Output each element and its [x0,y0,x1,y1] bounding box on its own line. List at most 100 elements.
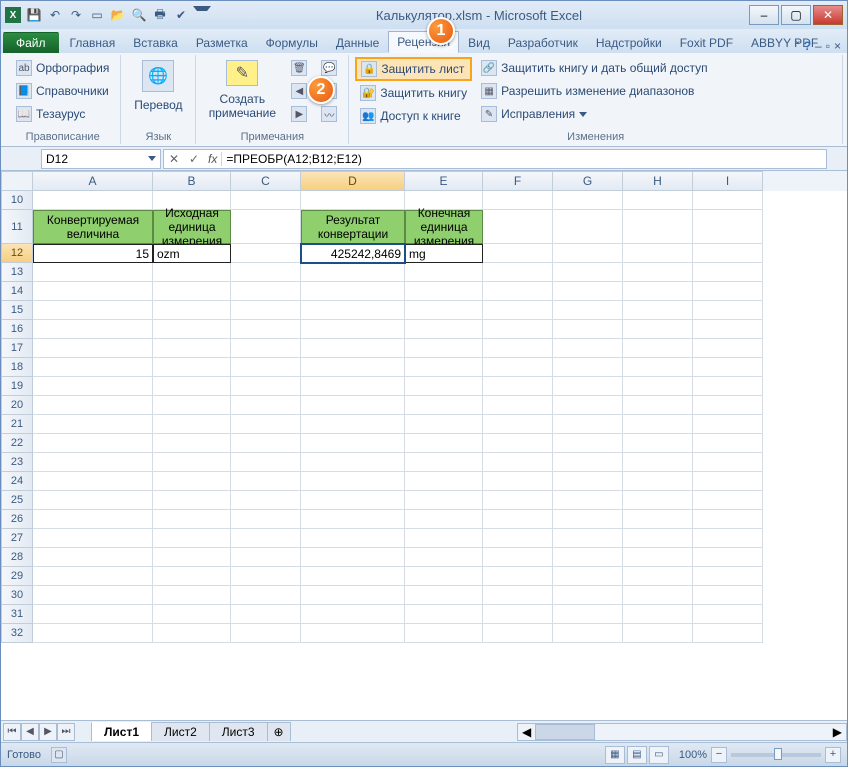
allow-ranges-button[interactable]: ▦Разрешить изменение диапазонов [476,80,713,102]
cell-F11[interactable] [483,210,553,244]
cell-E28[interactable] [405,548,483,567]
macro-record-icon[interactable]: ▢ [51,747,67,763]
cell-H23[interactable] [623,453,693,472]
col-header-G[interactable]: G [553,171,623,191]
cell-G16[interactable] [553,320,623,339]
cell-B18[interactable] [153,358,231,377]
cell-G20[interactable] [553,396,623,415]
cell-F14[interactable] [483,282,553,301]
cell-C25[interactable] [231,491,301,510]
cell-D16[interactable] [301,320,405,339]
cell-B13[interactable] [153,263,231,282]
cell-B30[interactable] [153,586,231,605]
cell-A17[interactable] [33,339,153,358]
col-header-I[interactable]: I [693,171,763,191]
cell-E12[interactable]: mg [405,244,483,263]
cell-D28[interactable] [301,548,405,567]
cell-A29[interactable] [33,567,153,586]
cell-H12[interactable] [623,244,693,263]
cell-E23[interactable] [405,453,483,472]
cell-D32[interactable] [301,624,405,643]
row-header-31[interactable]: 31 [1,605,33,624]
cell-B26[interactable] [153,510,231,529]
cell-H26[interactable] [623,510,693,529]
cell-C18[interactable] [231,358,301,377]
col-header-E[interactable]: E [405,171,483,191]
cell-I14[interactable] [693,282,763,301]
cell-H16[interactable] [623,320,693,339]
cell-H31[interactable] [623,605,693,624]
mdi-minimize-icon[interactable]: – [815,39,822,53]
cell-E13[interactable] [405,263,483,282]
delete-comment-button[interactable]: 🗑 [286,57,312,79]
cell-F24[interactable] [483,472,553,491]
row-header-19[interactable]: 19 [1,377,33,396]
cell-G26[interactable] [553,510,623,529]
cell-B11[interactable]: Исходная единица измерения [153,210,231,244]
cell-H15[interactable] [623,301,693,320]
sheet-nav-last-icon[interactable]: ⏭ [57,723,75,741]
row-header-11[interactable]: 11 [1,210,33,244]
qat-preview-icon[interactable]: 🔍 [130,6,148,24]
cell-F15[interactable] [483,301,553,320]
cell-E26[interactable] [405,510,483,529]
cell-H13[interactable] [623,263,693,282]
insert-sheet-icon[interactable]: ⊕ [267,722,291,741]
cell-I19[interactable] [693,377,763,396]
cell-C30[interactable] [231,586,301,605]
cell-G10[interactable] [553,191,623,210]
cell-I20[interactable] [693,396,763,415]
cell-E27[interactable] [405,529,483,548]
cell-E19[interactable] [405,377,483,396]
cell-F27[interactable] [483,529,553,548]
cell-F21[interactable] [483,415,553,434]
cell-I30[interactable] [693,586,763,605]
tab-foxit pdf[interactable]: Foxit PDF [671,32,742,53]
cell-B21[interactable] [153,415,231,434]
cell-F17[interactable] [483,339,553,358]
row-header-27[interactable]: 27 [1,529,33,548]
cancel-formula-icon[interactable]: ✕ [164,152,184,166]
cell-A24[interactable] [33,472,153,491]
cell-G25[interactable] [553,491,623,510]
cell-E17[interactable] [405,339,483,358]
cell-D23[interactable] [301,453,405,472]
cell-E31[interactable] [405,605,483,624]
select-all-corner[interactable] [1,171,33,191]
row-header-25[interactable]: 25 [1,491,33,510]
cell-E24[interactable] [405,472,483,491]
row-header-24[interactable]: 24 [1,472,33,491]
cell-C12[interactable] [231,244,301,263]
row-header-32[interactable]: 32 [1,624,33,643]
cell-E21[interactable] [405,415,483,434]
cell-I15[interactable] [693,301,763,320]
cell-I22[interactable] [693,434,763,453]
cell-A14[interactable] [33,282,153,301]
cell-A27[interactable] [33,529,153,548]
row-header-15[interactable]: 15 [1,301,33,320]
cell-H29[interactable] [623,567,693,586]
qat-open-icon[interactable]: 📂 [109,6,127,24]
cell-I24[interactable] [693,472,763,491]
cell-C22[interactable] [231,434,301,453]
tab-разработчик[interactable]: Разработчик [499,32,587,53]
cell-A10[interactable] [33,191,153,210]
cell-C28[interactable] [231,548,301,567]
view-page-icon[interactable]: ▤ [627,746,647,764]
cell-A12[interactable]: 15 [33,244,153,263]
cell-A20[interactable] [33,396,153,415]
cell-F31[interactable] [483,605,553,624]
ribbon-minimize-icon[interactable]: ˇ [796,39,800,53]
cell-G13[interactable] [553,263,623,282]
view-break-icon[interactable]: ▭ [649,746,669,764]
cell-D11[interactable]: Результат конвертации [301,210,405,244]
fx-icon[interactable]: fx [204,152,222,166]
cell-H24[interactable] [623,472,693,491]
cell-H32[interactable] [623,624,693,643]
cell-G32[interactable] [553,624,623,643]
cell-B19[interactable] [153,377,231,396]
cell-I17[interactable] [693,339,763,358]
track-changes-button[interactable]: ✎Исправления [476,103,713,125]
tab-главная[interactable]: Главная [61,32,125,53]
cell-D19[interactable] [301,377,405,396]
